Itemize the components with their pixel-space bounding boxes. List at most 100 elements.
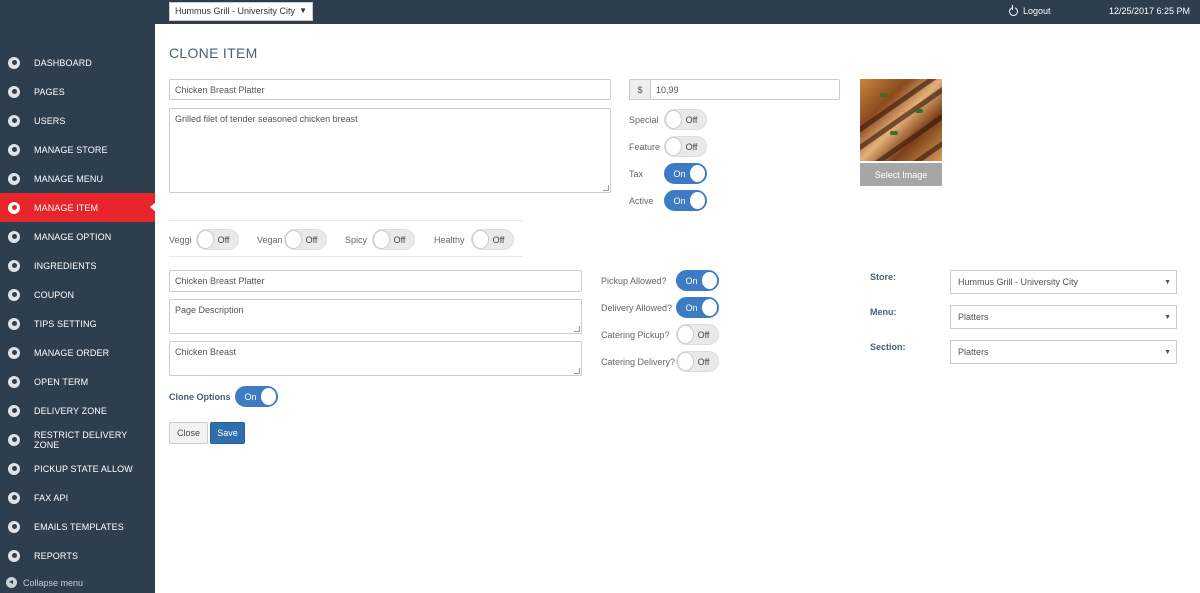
sidebar-item-manage-order[interactable]: MANAGE ORDER	[0, 338, 155, 367]
gear-icon	[8, 259, 20, 272]
menu-label: Menu:	[870, 307, 897, 317]
vegan-label: Vegan	[257, 235, 283, 245]
sidebar-item-delivery-zone[interactable]: DELIVERY ZONE	[0, 396, 155, 425]
select-image-button[interactable]: Select Image	[860, 163, 942, 186]
user-icon	[8, 114, 20, 127]
toggle-state: Off	[685, 141, 698, 152]
sidebar-item-label: INGREDIENTS	[34, 260, 97, 271]
item-description-textarea[interactable]: Grilled filet of tender seasoned chicken…	[169, 108, 611, 193]
menu-select[interactable]: Platters ▼	[950, 305, 1177, 329]
store-switcher-select[interactable]: Hummus Grill - University City ▼	[169, 2, 313, 21]
logout-label: Logout	[1023, 6, 1051, 16]
sidebar-item-restrict-delivery-zone[interactable]: RESTRICT DELIVERY ZONE	[0, 425, 155, 454]
section-select[interactable]: Platters ▼	[950, 340, 1177, 364]
sidebar-item-emails-templates[interactable]: EMAILS TEMPLATES	[0, 512, 155, 541]
toggle-state: On	[244, 391, 257, 402]
spicy-toggle[interactable]: Off	[372, 229, 415, 250]
feature-toggle[interactable]: Off	[664, 136, 707, 157]
collapse-menu-button[interactable]: Collapse menu	[6, 577, 83, 588]
gear-icon	[8, 375, 20, 388]
item-image	[860, 79, 942, 161]
veggi-toggle[interactable]: Off	[196, 229, 239, 250]
gear-icon	[8, 433, 20, 446]
sidebar-item-label: FAX API	[34, 492, 69, 503]
chevron-down-icon: ▼	[299, 6, 307, 15]
toggle-state: Off	[697, 329, 710, 340]
sidebar-item-manage-menu[interactable]: MANAGE MENU	[0, 164, 155, 193]
sidebar-item-coupon[interactable]: COUPON	[0, 280, 155, 309]
toggle-state: Off	[393, 234, 406, 245]
sidebar-item-label: DELIVERY ZONE	[34, 405, 107, 416]
section-label: Section:	[870, 342, 906, 352]
page-title-input[interactable]: Chicken Breast Platter	[169, 270, 582, 292]
page-description-textarea[interactable]: Page Description	[169, 299, 582, 334]
chevron-down-icon: ▼	[1164, 348, 1171, 356]
sidebar-item-label: PAGES	[34, 86, 65, 97]
sidebar-item-pickup-state-allow[interactable]: PICKUP STATE ALLOW	[0, 454, 155, 483]
section-select-value: Platters	[958, 347, 989, 357]
sidebar-item-label: DASHBOARD	[34, 57, 92, 68]
store-select-value: Hummus Grill - University City	[958, 277, 1079, 287]
collapse-menu-label: Collapse menu	[23, 577, 84, 588]
toggle-state: Off	[697, 356, 710, 367]
arrow-left-icon	[6, 577, 17, 588]
store-select[interactable]: Hummus Grill - University City ▼	[950, 270, 1177, 294]
sidebar-item-manage-store[interactable]: MANAGE STORE	[0, 135, 155, 164]
pickup-allowed-toggle[interactable]: On	[676, 270, 719, 291]
sidebar-item-reports[interactable]: REPORTS	[0, 541, 155, 570]
sidebar-item-dashboard[interactable]: DASHBOARD	[0, 48, 155, 77]
store-label: Store:	[870, 272, 897, 282]
toggle-state: On	[673, 168, 686, 179]
clone-options-label: Clone Options	[169, 392, 231, 402]
page-description-placeholder: Page Description	[175, 305, 244, 315]
keywords-textarea[interactable]: Chicken Breast	[169, 341, 582, 376]
sidebar-item-pages[interactable]: PAGES	[0, 77, 155, 106]
gear-icon	[8, 491, 20, 504]
menu-select-value: Platters	[958, 312, 989, 322]
healthy-toggle[interactable]: Off	[471, 229, 514, 250]
gear-icon	[8, 230, 20, 243]
sidebar-item-users[interactable]: USERS	[0, 106, 155, 135]
sidebar-item-label: TIPS SETTING	[34, 318, 97, 329]
toggle-state: On	[685, 275, 698, 286]
vegan-toggle[interactable]: Off	[284, 229, 327, 250]
special-label: Special	[629, 115, 659, 125]
sidebar-item-label: MANAGE ITEM	[34, 202, 99, 213]
sidebar-item-label: MANAGE STORE	[34, 144, 108, 155]
special-toggle[interactable]: Off	[664, 109, 707, 130]
save-button[interactable]: Save	[210, 422, 245, 444]
price-input[interactable]: 10,99	[650, 79, 840, 100]
feature-label: Feature	[629, 142, 661, 152]
sidebar-item-label: COUPON	[34, 289, 75, 300]
sidebar-item-ingredients[interactable]: INGREDIENTS	[0, 251, 155, 280]
sidebar-item-label: REPORTS	[34, 550, 79, 561]
page-title: CLONE ITEM	[169, 45, 258, 61]
item-name-input[interactable]: Chicken Breast Platter	[169, 79, 611, 100]
top-bar: Hummus Grill - University City ▼ Logout …	[0, 0, 1200, 24]
tax-toggle[interactable]: On	[664, 163, 707, 184]
keywords-text: Chicken Breast	[175, 347, 237, 357]
gear-icon	[8, 172, 20, 185]
clone-options-toggle[interactable]: On	[235, 386, 278, 407]
catering-pickup-label: Catering Pickup?	[601, 330, 670, 340]
sidebar-item-manage-item[interactable]: MANAGE ITEM	[0, 193, 156, 222]
herb-garnish	[915, 109, 923, 113]
sidebar-item-open-term[interactable]: OPEN TERM	[0, 367, 155, 396]
sidebar-item-label: USERS	[34, 115, 66, 126]
sidebar-item-fax-api[interactable]: FAX API	[0, 483, 155, 512]
item-description-text: Grilled filet of tender seasoned chicken…	[175, 114, 358, 124]
gear-icon	[8, 549, 20, 562]
toggle-state: Off	[305, 234, 318, 245]
catering-delivery-toggle[interactable]: Off	[676, 351, 719, 372]
sidebar-item-manage-option[interactable]: MANAGE OPTION	[0, 222, 155, 251]
spicy-label: Spicy	[345, 235, 368, 245]
delivery-allowed-toggle[interactable]: On	[676, 297, 719, 318]
pickup-allowed-label: Pickup Allowed?	[601, 276, 667, 286]
logout-link[interactable]: Logout	[1009, 4, 1051, 16]
active-toggle[interactable]: On	[664, 190, 707, 211]
toggle-state: Off	[685, 114, 698, 125]
catering-pickup-toggle[interactable]: Off	[676, 324, 719, 345]
close-button[interactable]: Close	[169, 422, 208, 444]
divider	[169, 256, 523, 257]
sidebar-item-tips-setting[interactable]: TIPS SETTING	[0, 309, 155, 338]
